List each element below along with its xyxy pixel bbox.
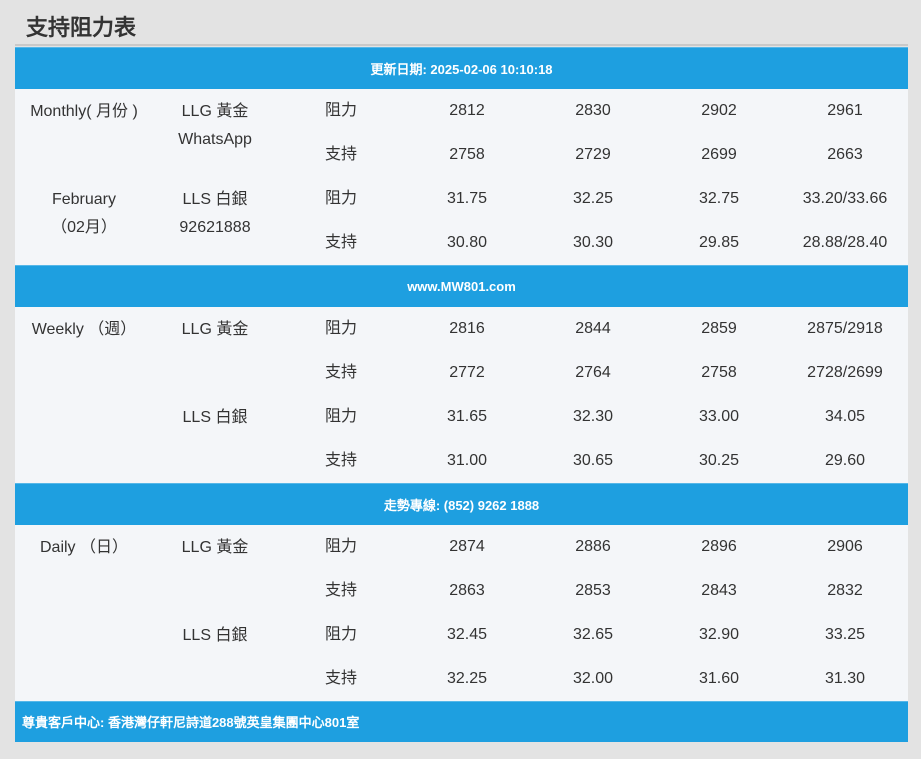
table-row: 阻力 2812 2830 2902 2961 bbox=[15, 89, 908, 133]
level-value: 2812 bbox=[449, 102, 485, 119]
row-type: 支持 bbox=[324, 582, 357, 599]
table-row: 支持 31.00 30.65 30.25 29.60 bbox=[15, 439, 908, 483]
row-type: 支持 bbox=[324, 364, 357, 381]
website-bar: www.MW801.com bbox=[15, 265, 908, 307]
level-value: 33.25 bbox=[824, 626, 866, 643]
row-type: 阻力 bbox=[324, 320, 357, 337]
level-value: 2699 bbox=[701, 146, 737, 163]
level-value: 30.65 bbox=[572, 452, 614, 469]
level-value: 2906 bbox=[827, 538, 863, 555]
level-value: 32.90 bbox=[698, 626, 740, 643]
table-row: 阻力 32.45 32.65 32.90 33.25 bbox=[15, 613, 908, 657]
monthly-section: Monthly( 月份 ) February （02月） LLG 黃金 What… bbox=[15, 89, 908, 265]
row-type: 阻力 bbox=[324, 190, 357, 207]
row-type: 阻力 bbox=[324, 102, 357, 119]
level-value: 2874 bbox=[449, 538, 485, 555]
level-value: 2875/2918 bbox=[807, 320, 883, 337]
table-row: 阻力 31.75 32.25 32.75 33.20/33.66 bbox=[15, 177, 908, 221]
level-value: 32.65 bbox=[572, 626, 614, 643]
level-value: 32.30 bbox=[572, 408, 614, 425]
table-row: 支持 2863 2853 2843 2832 bbox=[15, 569, 908, 613]
level-value: 2758 bbox=[701, 364, 737, 381]
level-value: 2663 bbox=[827, 146, 863, 163]
level-value: 34.05 bbox=[824, 408, 866, 425]
page-title: 支持阻力表 bbox=[26, 16, 137, 41]
hotline-bar: 走勢專線: (852) 9262 1888 bbox=[15, 483, 908, 525]
level-value: 2859 bbox=[701, 320, 737, 337]
update-date-bar: 更新日期: 2025-02-06 10:10:18 bbox=[15, 47, 908, 89]
level-value: 2902 bbox=[701, 102, 737, 119]
level-value: 2886 bbox=[575, 538, 611, 555]
level-value: 2729 bbox=[575, 146, 611, 163]
title-divider bbox=[15, 44, 908, 46]
level-value: 31.65 bbox=[446, 408, 488, 425]
level-value: 31.60 bbox=[698, 670, 740, 687]
level-value: 29.60 bbox=[824, 452, 866, 469]
level-value: 28.88/28.40 bbox=[802, 234, 888, 251]
support-resistance-table: 更新日期: 2025-02-06 10:10:18 Monthly( 月份 ) … bbox=[15, 47, 908, 742]
table-row: 支持 2758 2729 2699 2663 bbox=[15, 133, 908, 177]
row-type: 支持 bbox=[324, 234, 357, 251]
table-row: 支持 30.80 30.30 29.85 28.88/28.40 bbox=[15, 221, 908, 265]
level-value: 30.80 bbox=[446, 234, 488, 251]
level-value: 2772 bbox=[449, 364, 485, 381]
table-row: 阻力 2874 2886 2896 2906 bbox=[15, 525, 908, 569]
daily-section: Daily （日） LLG 黃金 LLS 白銀 阻力 2874 2886 289… bbox=[15, 525, 908, 701]
row-type: 阻力 bbox=[324, 408, 357, 425]
level-value: 31.00 bbox=[446, 452, 488, 469]
table-row: 阻力 31.65 32.30 33.00 34.05 bbox=[15, 395, 908, 439]
table-row: 支持 2772 2764 2758 2728/2699 bbox=[15, 351, 908, 395]
weekly-section: Weekly （週） LLG 黃金 LLS 白銀 阻力 2816 2844 28… bbox=[15, 307, 908, 483]
level-value: 2832 bbox=[827, 582, 863, 599]
row-type: 阻力 bbox=[324, 538, 357, 555]
table-row: 支持 32.25 32.00 31.60 31.30 bbox=[15, 657, 908, 701]
row-type: 支持 bbox=[324, 146, 357, 163]
level-value: 2830 bbox=[575, 102, 611, 119]
level-value: 2728/2699 bbox=[807, 364, 883, 381]
address-bar: 尊貴客戶中心: 香港灣仔軒尼詩道288號英皇集團中心801室 bbox=[15, 701, 908, 742]
row-type: 支持 bbox=[324, 670, 357, 687]
level-value: 32.25 bbox=[572, 190, 614, 207]
level-value: 2961 bbox=[827, 102, 863, 119]
level-value: 29.85 bbox=[698, 234, 740, 251]
level-value: 2843 bbox=[701, 582, 737, 599]
level-value: 2863 bbox=[449, 582, 485, 599]
level-value: 30.30 bbox=[572, 234, 614, 251]
level-value: 31.30 bbox=[824, 670, 866, 687]
level-value: 2816 bbox=[449, 320, 485, 337]
level-value: 30.25 bbox=[698, 452, 740, 469]
level-value: 32.25 bbox=[446, 670, 488, 687]
level-value: 2758 bbox=[449, 146, 485, 163]
level-value: 2853 bbox=[575, 582, 611, 599]
level-value: 33.20/33.66 bbox=[802, 190, 888, 207]
level-value: 2764 bbox=[575, 364, 611, 381]
row-type: 阻力 bbox=[324, 626, 357, 643]
level-value: 32.45 bbox=[446, 626, 488, 643]
level-value: 2844 bbox=[575, 320, 611, 337]
level-value: 32.00 bbox=[572, 670, 614, 687]
level-value: 31.75 bbox=[446, 190, 488, 207]
row-type: 支持 bbox=[324, 452, 357, 469]
level-value: 32.75 bbox=[698, 190, 740, 207]
table-row: 阻力 2816 2844 2859 2875/2918 bbox=[15, 307, 908, 351]
level-value: 33.00 bbox=[698, 408, 740, 425]
level-value: 2896 bbox=[701, 538, 737, 555]
